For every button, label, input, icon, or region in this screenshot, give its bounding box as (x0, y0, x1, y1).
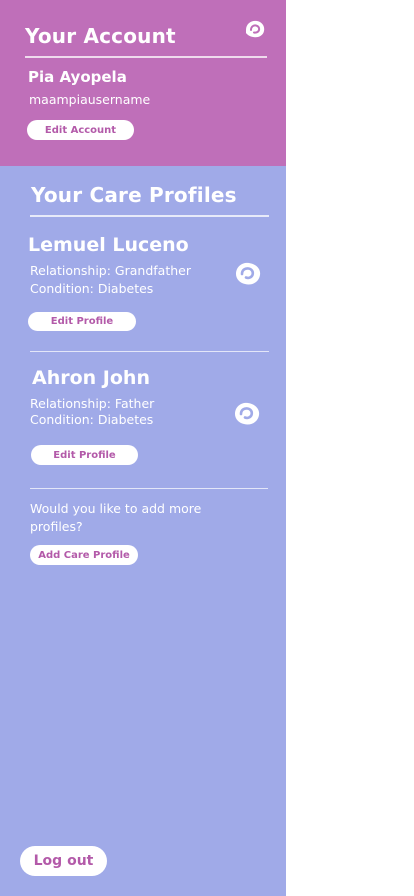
navigation-drawer: Your Account Pia Ayopela maampiausername… (0, 0, 286, 896)
account-divider (25, 56, 267, 58)
user-username: maampiausername (29, 92, 151, 107)
care-profiles-title: Your Care Profiles (31, 183, 237, 207)
heart-drop-icon (235, 402, 260, 425)
edit-profile-button[interactable]: Edit Profile (31, 445, 138, 465)
care-profiles-divider (30, 215, 269, 217)
profile-condition: Condition: Diabetes (30, 281, 154, 296)
profile-name: Ahron John (32, 367, 150, 389)
account-title: Your Account (25, 24, 176, 48)
app-logo-icon (246, 20, 265, 38)
user-name: Pia Ayopela (28, 68, 127, 86)
heart-drop-icon (236, 262, 261, 285)
profile-divider (30, 488, 268, 489)
account-section: Your Account Pia Ayopela maampiausername… (0, 0, 286, 166)
profile-name: Lemuel Luceno (28, 234, 189, 256)
profile-condition: Condition: Diabetes (30, 412, 154, 427)
add-profile-prompt: Would you like to add more profiles? (30, 501, 202, 534)
profile-divider (30, 351, 269, 352)
profile-relationship: Relationship: Father (30, 396, 155, 411)
edit-profile-button[interactable]: Edit Profile (28, 312, 136, 331)
logout-button[interactable]: Log out (20, 846, 107, 876)
add-care-profile-button[interactable]: Add Care Profile (30, 545, 138, 565)
profile-relationship: Relationship: Grandfather (30, 263, 191, 278)
edit-account-button[interactable]: Edit Account (27, 120, 134, 140)
